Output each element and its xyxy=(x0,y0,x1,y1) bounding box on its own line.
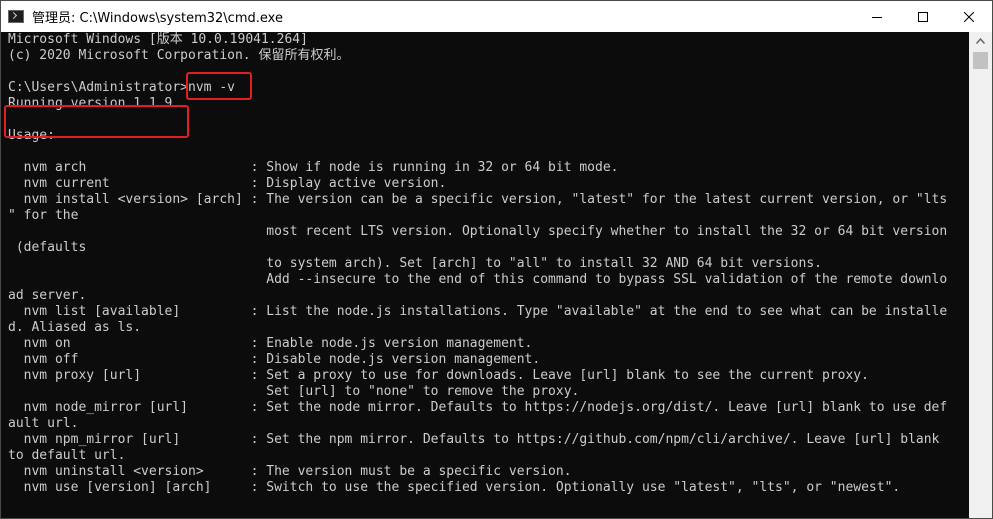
maximize-button[interactable] xyxy=(900,1,946,32)
console-line: to system arch). Set [arch] to "all" to … xyxy=(8,256,822,271)
console-line: nvm npm_mirror [url] : Set the npm mirro… xyxy=(8,432,940,447)
minimize-icon xyxy=(872,16,882,18)
console-line: nvm on : Enable node.js version manageme… xyxy=(8,336,533,351)
window-title: 管理员: C:\Windows\system32\cmd.exe xyxy=(32,11,283,26)
console-line: " for the xyxy=(8,208,79,223)
close-button[interactable] xyxy=(946,1,992,32)
console-line: nvm node_mirror [url] : Set the node mir… xyxy=(8,400,948,415)
console-line: C:\Users\Administrator>nvm -v xyxy=(8,80,235,95)
scroll-up-button[interactable] xyxy=(969,32,992,49)
console-line: (c) 2020 Microsoft Corporation. 保留所有权利。 xyxy=(8,48,350,63)
scroll-thumb[interactable] xyxy=(973,52,988,69)
highlight-version-output xyxy=(4,105,189,138)
cmd-window: 管理员: C:\Windows\system32\cmd.exe Microso… xyxy=(0,0,993,519)
console-line: Add --insecure to the end of this comman… xyxy=(8,272,948,287)
console-line: to default url. xyxy=(8,448,126,463)
console-line: nvm list [available] : List the node.js … xyxy=(8,304,948,319)
vertical-scrollbar[interactable] xyxy=(969,32,992,518)
console-line: most recent LTS version. Optionally spec… xyxy=(8,224,948,239)
console-line: ad server. xyxy=(8,288,87,303)
console-line: nvm arch : Show if node is running in 32… xyxy=(8,160,619,175)
highlight-command xyxy=(186,72,252,100)
maximize-icon xyxy=(918,11,928,22)
console-line: Set [url] to "none" to remove the proxy. xyxy=(8,384,580,399)
console-text: Microsoft Windows [版本 10.0.19041.264] (c)… xyxy=(8,32,947,496)
minimize-button[interactable] xyxy=(854,1,900,32)
console-line: (defaults xyxy=(8,240,87,255)
close-icon xyxy=(964,11,974,22)
console-line: ault url. xyxy=(8,416,79,431)
console-line: nvm off : Disable node.js version manage… xyxy=(8,352,541,367)
console-line: nvm install <version> [arch] : The versi… xyxy=(8,192,948,207)
console-line: d. Aliased as ls. xyxy=(8,320,142,335)
console-line: nvm uninstall <version> : The version mu… xyxy=(8,464,572,479)
chevron-up-icon xyxy=(976,37,985,44)
console-line: nvm use [version] [arch] : Switch to use… xyxy=(8,480,901,495)
caption-buttons xyxy=(854,1,992,32)
console-line: nvm proxy [url] : Set a proxy to use for… xyxy=(8,368,869,383)
console-line: nvm current : Display active version. xyxy=(8,176,447,191)
title-bar[interactable]: 管理员: C:\Windows\system32\cmd.exe xyxy=(1,1,992,32)
cmd-icon[interactable] xyxy=(8,9,24,25)
console-line: Microsoft Windows [版本 10.0.19041.264] xyxy=(8,32,308,47)
